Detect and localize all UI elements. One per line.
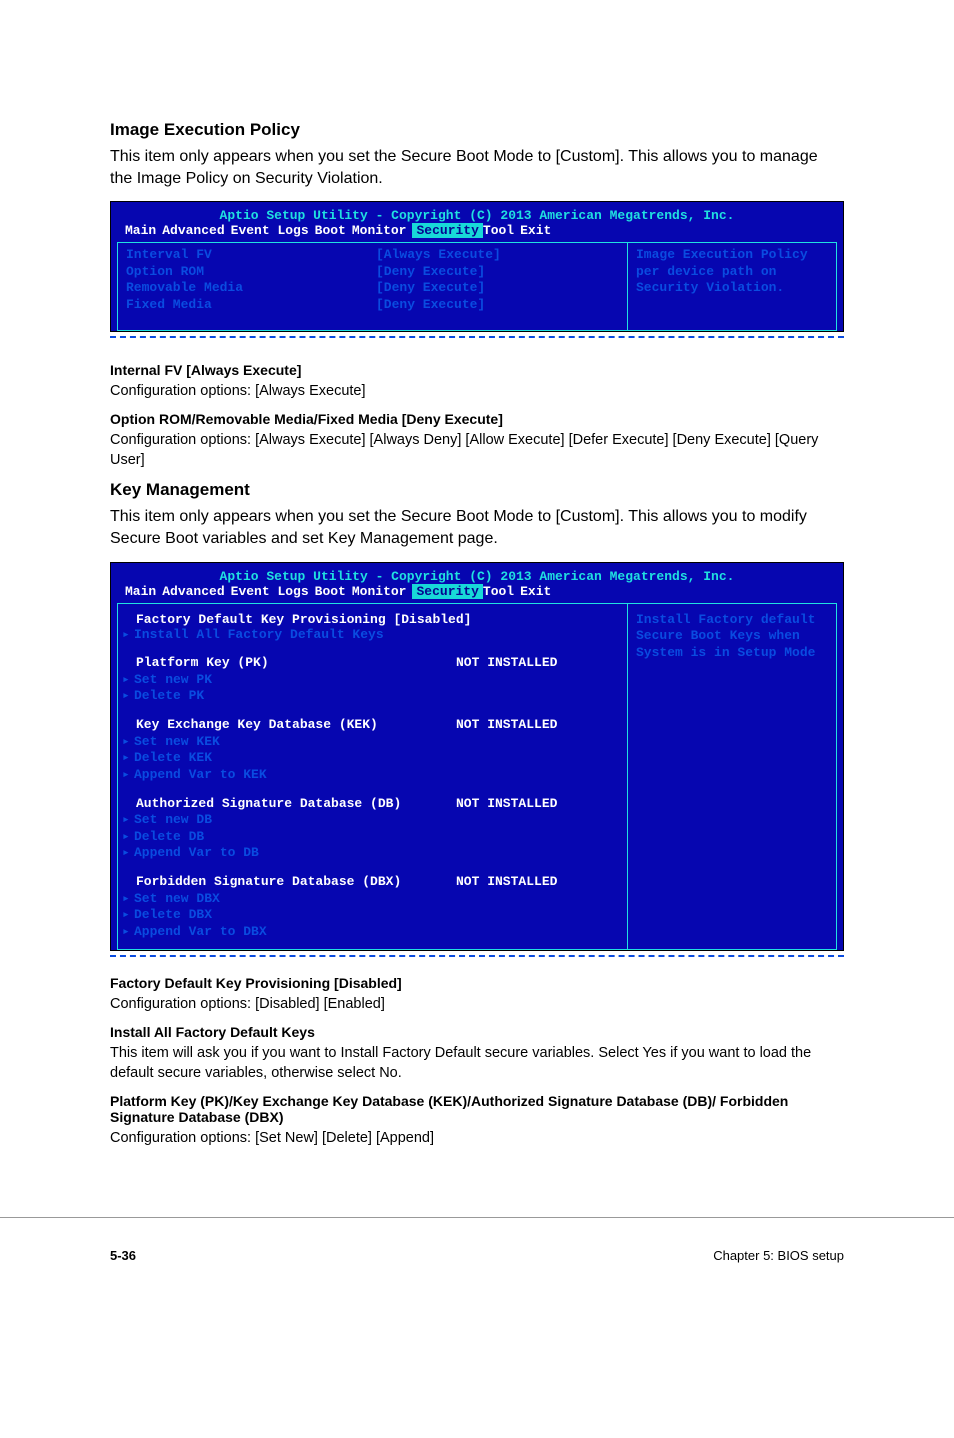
bios2-help-pane: Install Factory default Secure Boot Keys… xyxy=(627,604,837,950)
bios2-menu-main: Main xyxy=(125,584,162,599)
internal-fv-heading: Internal FV [Always Execute] xyxy=(110,362,844,378)
bios2-help-text: Install Factory default Secure Boot Keys… xyxy=(636,612,828,662)
bios2-delete-db: Delete DB xyxy=(134,829,204,846)
bios2-pk-label: Platform Key (PK) xyxy=(136,655,456,672)
bios1-menu-security: Security xyxy=(412,223,482,238)
bios1-row-1-value: [Deny Execute] xyxy=(376,264,485,281)
option-rom-options: Configuration options: [Always Execute] … xyxy=(110,431,844,470)
install-all-heading: Install All Factory Default Keys xyxy=(110,1024,844,1040)
arrow-icon: ▸ xyxy=(122,907,134,924)
bios2-db-label: Authorized Signature Database (DB) xyxy=(136,796,456,813)
bios1-menu-monitor: Monitor xyxy=(352,223,413,238)
install-all-desc: This item will ask you if you want to In… xyxy=(110,1044,844,1083)
factory-default-heading: Factory Default Key Provisioning [Disabl… xyxy=(110,975,844,991)
bios2-append-kek: Append Var to KEK xyxy=(134,767,267,784)
arrow-icon: ▸ xyxy=(122,891,134,908)
bios1-left-pane: Interval FV[Always Execute] Option ROM[D… xyxy=(117,243,627,331)
bios2-set-new-db: Set new DB xyxy=(134,812,212,829)
bios2-kek-label: Key Exchange Key Database (KEK) xyxy=(136,717,456,734)
footer-page-number: 5-36 xyxy=(110,1248,136,1263)
image-execution-policy-desc: This item only appears when you set the … xyxy=(110,146,844,189)
arrow-icon: ▸ xyxy=(122,672,134,689)
bios1-menu-boot: Boot xyxy=(315,223,352,238)
bios2-db-value: NOT INSTALLED xyxy=(456,796,557,813)
bios1-menu-tool: Tool xyxy=(483,223,520,238)
bios1-menu-exit: Exit xyxy=(520,223,557,238)
factory-default-options: Configuration options: [Disabled] [Enabl… xyxy=(110,995,844,1015)
bios1-menu-main: Main xyxy=(125,223,162,238)
bios1-row-3-value: [Deny Execute] xyxy=(376,297,485,314)
bios1-row-0-value: [Always Execute] xyxy=(376,247,501,264)
pk-kek-db-dbx-options: Configuration options: [Set New] [Delete… xyxy=(110,1129,844,1149)
bios2-set-new-kek: Set new KEK xyxy=(134,734,220,751)
bios2-dbx-value: NOT INSTALLED xyxy=(456,874,557,891)
arrow-icon: ▸ xyxy=(122,812,134,829)
key-management-desc: This item only appears when you set the … xyxy=(110,506,844,549)
bios2-dbx-label: Forbidden Signature Database (DBX) xyxy=(136,874,456,891)
arrow-icon: ▸ xyxy=(122,924,134,941)
bios2-delete-pk: Delete PK xyxy=(134,688,204,705)
bios2-menu-security: Security xyxy=(412,584,482,599)
bios1-menu-eventlogs: Event Logs xyxy=(231,223,315,238)
bios1-menu: Main Advanced Event Logs Boot Monitor Se… xyxy=(117,223,837,242)
bios2-delete-kek: Delete KEK xyxy=(134,750,212,767)
bios1-row-2-value: [Deny Execute] xyxy=(376,280,485,297)
bios2-factory-default: Factory Default Key Provisioning [Disabl… xyxy=(122,612,619,627)
dash-separator-1 xyxy=(110,336,844,338)
bios2-append-db: Append Var to DB xyxy=(134,845,259,862)
pk-kek-db-dbx-heading: Platform Key (PK)/Key Exchange Key Datab… xyxy=(110,1093,844,1125)
arrow-icon: ▸ xyxy=(122,627,134,644)
bios1-help-pane: Image Execution Policy per device path o… xyxy=(627,243,837,331)
bios2-title: Aptio Setup Utility - Copyright (C) 2013… xyxy=(117,567,837,584)
bios1-menu-advanced: Advanced xyxy=(162,223,230,238)
bios2-menu-eventlogs: Event Logs xyxy=(231,584,315,599)
bios2-delete-dbx: Delete DBX xyxy=(134,907,212,924)
dash-separator-2 xyxy=(110,955,844,957)
bios-screenshot-1: Aptio Setup Utility - Copyright (C) 2013… xyxy=(110,201,844,332)
bios2-pk-value: NOT INSTALLED xyxy=(456,655,557,672)
internal-fv-options: Configuration options: [Always Execute] xyxy=(110,382,844,402)
bios2-menu-boot: Boot xyxy=(315,584,352,599)
image-execution-policy-heading: Image Execution Policy xyxy=(110,120,844,140)
bios2-set-new-dbx: Set new DBX xyxy=(134,891,220,908)
arrow-icon: ▸ xyxy=(122,734,134,751)
arrow-icon: ▸ xyxy=(122,767,134,784)
bios-screenshot-2: Aptio Setup Utility - Copyright (C) 2013… xyxy=(110,562,844,951)
bios2-menu-tool: Tool xyxy=(483,584,520,599)
key-management-heading: Key Management xyxy=(110,480,844,500)
bios1-title: Aptio Setup Utility - Copyright (C) 2013… xyxy=(117,206,837,223)
bios1-row-2-label: Removable Media xyxy=(126,280,376,297)
option-rom-heading: Option ROM/Removable Media/Fixed Media [… xyxy=(110,411,844,427)
bios2-left-pane: Factory Default Key Provisioning [Disabl… xyxy=(117,604,627,950)
bios2-menu-exit: Exit xyxy=(520,584,557,599)
bios2-append-dbx: Append Var to DBX xyxy=(134,924,267,941)
arrow-icon: ▸ xyxy=(122,829,134,846)
footer-chapter: Chapter 5: BIOS setup xyxy=(713,1248,844,1263)
bios1-row-0-label: Interval FV xyxy=(126,247,376,264)
arrow-icon: ▸ xyxy=(122,845,134,862)
bios1-row-3-label: Fixed Media xyxy=(126,297,376,314)
bios2-menu-advanced: Advanced xyxy=(162,584,230,599)
bios2-menu-monitor: Monitor xyxy=(352,584,413,599)
bios2-kek-value: NOT INSTALLED xyxy=(456,717,557,734)
page-footer: 5-36 Chapter 5: BIOS setup xyxy=(0,1217,954,1283)
arrow-icon: ▸ xyxy=(122,750,134,767)
bios2-menu: Main Advanced Event Logs Boot Monitor Se… xyxy=(117,584,837,603)
bios2-set-new-pk: Set new PK xyxy=(134,672,212,689)
bios1-row-1-label: Option ROM xyxy=(126,264,376,281)
bios2-install-all: Install All Factory Default Keys xyxy=(134,627,384,644)
bios1-help-text: Image Execution Policy per device path o… xyxy=(636,247,828,297)
arrow-icon: ▸ xyxy=(122,688,134,705)
